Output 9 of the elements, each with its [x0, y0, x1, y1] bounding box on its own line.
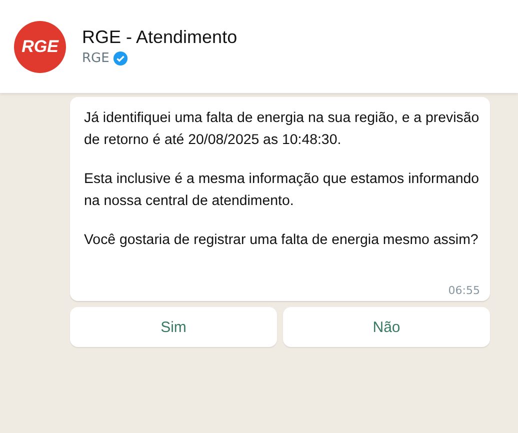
chat-subtitle: RGE — [82, 51, 110, 66]
message-text: Já identifiquei uma falta de energia na sua região, e a previsão de retorno é até 20/08/2025 as 10:48:30. — [84, 109, 480, 150]
company-logo: RGE — [14, 20, 66, 72]
message-time: 06:55 — [448, 284, 480, 297]
chat-title: RGE - Atendimento — [82, 27, 238, 48]
reply-button[interactable]: Não — [283, 307, 490, 347]
reply-button[interactable]: Sim — [70, 307, 277, 347]
message-text: Esta inclusive é a mesma informação que estamos informando na nossa central de atendimento. — [84, 170, 480, 211]
message-text: Você gostaria de registrar uma falta de energia mesmo assim? — [84, 231, 480, 250]
